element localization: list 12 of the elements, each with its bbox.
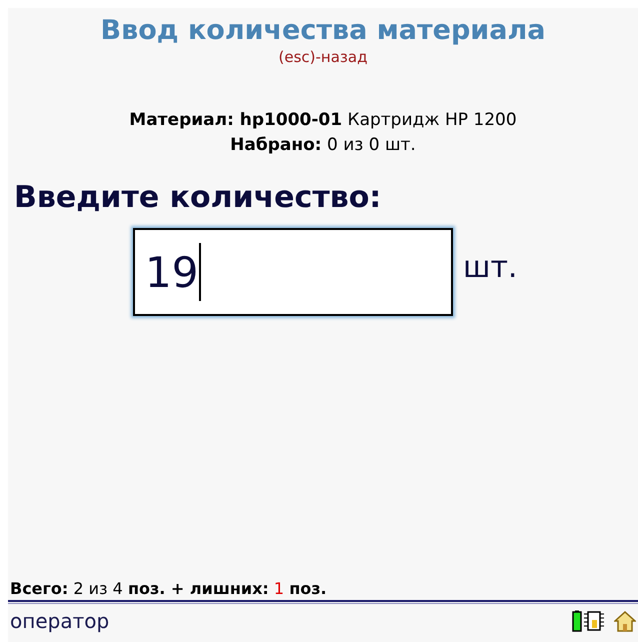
info-line: Материал: hp1000-01 Картридж HP 1200 [129, 109, 517, 132]
quantity-field[interactable]: 19 [133, 228, 453, 316]
back-hint: (esc)-назад [278, 48, 368, 66]
info-line: Набрано: 0 из 0 шт. [230, 134, 416, 157]
summary-line: Всего: 2 из 4 поз. + лишних: 1 поз. [9, 578, 328, 600]
screen-title: Ввод количества материала [100, 14, 546, 48]
chip-icon [584, 610, 604, 632]
quantity-prompt: Введите количество: [14, 179, 382, 217]
battery-icon [572, 610, 582, 632]
unit-label: шт. [463, 250, 518, 285]
operator-name: оператор [10, 609, 110, 633]
home-icon[interactable] [614, 610, 636, 632]
